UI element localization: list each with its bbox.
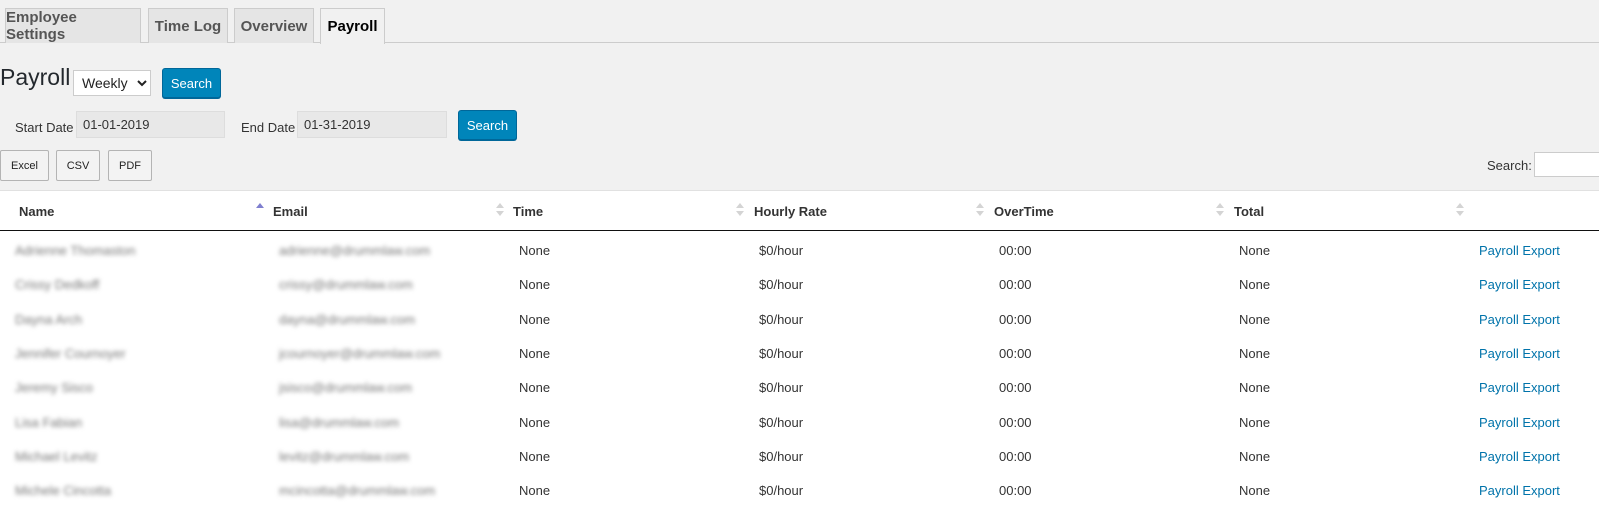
employee-email: jsisco@drummlaw.com (279, 380, 413, 396)
csv-export-button[interactable]: CSV (56, 150, 100, 181)
employee-name: Dayna Arch (15, 311, 83, 327)
total-value: None (1239, 448, 1271, 464)
time-value: None (519, 483, 551, 499)
hourly-rate-value: $0/hour (759, 448, 804, 464)
time-value: None (519, 345, 551, 361)
sort-icon[interactable] (1456, 203, 1464, 219)
column-header-hourly-rate[interactable]: Hourly Rate (754, 204, 827, 219)
payroll-export-link[interactable]: Payroll Export (1479, 243, 1560, 258)
overtime-value: 00:00 (999, 277, 1032, 293)
overtime-value: 00:00 (999, 448, 1032, 464)
table-header: Name Email Time Hourly Rate OverTime Tot… (0, 191, 1599, 231)
sort-asc-icon[interactable] (256, 203, 264, 219)
table-search-label: Search: (1487, 158, 1532, 173)
payroll-export-link[interactable]: Payroll Export (1479, 380, 1560, 395)
end-date-input[interactable] (297, 111, 447, 138)
table-row: Michael Levitz levitz@drummlaw.com None $0/… (0, 438, 1599, 472)
table-search-input[interactable] (1534, 152, 1599, 177)
end-date-label: End Date (241, 120, 296, 135)
excel-export-button[interactable]: Excel (0, 150, 49, 181)
employee-name: Adrienne Thomaston (15, 243, 136, 258)
hourly-rate-value: $0/hour (759, 414, 804, 430)
table-row: Dayna Arch dayna@drummlaw.com None $0/hour 0… (0, 301, 1599, 335)
time-value: None (519, 243, 551, 258)
table-row: Jennifer Cournoyer jcournoyer@drummlaw.co… (0, 335, 1599, 369)
total-value: None (1239, 483, 1271, 499)
table-row: Adrienne Thomaston adrienne@drummlaw.com N… (0, 232, 1599, 266)
total-value: None (1239, 380, 1271, 396)
payroll-export-link[interactable]: Payroll Export (1479, 483, 1560, 498)
total-value: None (1239, 311, 1271, 327)
tab-bar: Employee Settings Time Log Overview Payr… (0, 0, 1599, 44)
sort-icon[interactable] (496, 203, 504, 219)
employee-email: crissy@drummlaw.com (279, 277, 413, 293)
payroll-export-link[interactable]: Payroll Export (1479, 346, 1560, 361)
hourly-rate-value: $0/hour (759, 380, 804, 396)
employee-name: Jennifer Cournoyer (15, 345, 126, 361)
employee-email: jcournoyer@drummlaw.com (279, 345, 441, 361)
column-header-time[interactable]: Time (513, 204, 543, 219)
employee-name: Michele Cincotta (15, 483, 112, 499)
hourly-rate-value: $0/hour (759, 483, 804, 499)
table-row: Michele Cincotta mcincotta@drummlaw.com No… (0, 472, 1599, 506)
column-header-overtime[interactable]: OverTime (994, 204, 1054, 219)
start-date-input[interactable] (76, 111, 225, 138)
payroll-export-link[interactable]: Payroll Export (1479, 415, 1560, 430)
pdf-export-button[interactable]: PDF (108, 150, 152, 181)
time-value: None (519, 414, 551, 430)
total-value: None (1239, 277, 1271, 293)
sort-icon[interactable] (1216, 203, 1224, 219)
table-row: Lisa Fabian lisa@drummlaw.com None $0/hour 0… (0, 404, 1599, 438)
payroll-export-link[interactable]: Payroll Export (1479, 312, 1560, 327)
employee-name: Lisa Fabian (15, 414, 83, 430)
overtime-value: 00:00 (999, 483, 1032, 499)
total-value: None (1239, 243, 1271, 258)
column-header-name[interactable]: Name (19, 204, 54, 219)
time-value: None (519, 311, 551, 327)
employee-email: dayna@drummlaw.com (279, 311, 416, 327)
time-value: None (519, 448, 551, 464)
table-row: Crissy Dedkoff crissy@drummlaw.com None $0/… (0, 266, 1599, 300)
overtime-value: 00:00 (999, 380, 1032, 396)
total-value: None (1239, 345, 1271, 361)
column-header-total[interactable]: Total (1234, 204, 1264, 219)
employee-name: Jeremy Sisco (15, 380, 94, 396)
tab-employee-settings[interactable]: Employee Settings (5, 8, 141, 43)
payroll-table: Name Email Time Hourly Rate OverTime Tot… (0, 190, 1599, 514)
hourly-rate-value: $0/hour (759, 243, 804, 258)
employee-email: levitz@drummlaw.com (279, 448, 410, 464)
date-search-button[interactable]: Search (458, 110, 517, 140)
overtime-value: 00:00 (999, 243, 1032, 258)
tab-overview[interactable]: Overview (234, 8, 314, 43)
total-value: None (1239, 414, 1271, 430)
hourly-rate-value: $0/hour (759, 311, 804, 327)
period-search-button[interactable]: Search (162, 68, 221, 98)
start-date-label: Start Date (15, 120, 74, 135)
sort-icon[interactable] (736, 203, 744, 219)
hourly-rate-value: $0/hour (759, 345, 804, 361)
page-title: Payroll (0, 64, 71, 90)
tab-payroll[interactable]: Payroll (320, 8, 385, 44)
payroll-export-link[interactable]: Payroll Export (1479, 277, 1560, 292)
time-value: None (519, 277, 551, 293)
overtime-value: 00:00 (999, 311, 1032, 327)
tab-time-log[interactable]: Time Log (148, 8, 228, 43)
overtime-value: 00:00 (999, 345, 1032, 361)
column-header-email[interactable]: Email (273, 204, 308, 219)
overtime-value: 00:00 (999, 414, 1032, 430)
employee-name: Crissy Dedkoff (15, 277, 100, 293)
hourly-rate-value: $0/hour (759, 277, 804, 293)
sort-icon[interactable] (976, 203, 984, 219)
time-value: None (519, 380, 551, 396)
employee-email: mcincotta@drummlaw.com (279, 483, 436, 499)
payroll-export-link[interactable]: Payroll Export (1479, 449, 1560, 464)
employee-email: lisa@drummlaw.com (279, 414, 400, 430)
period-select[interactable]: Weekly (73, 70, 151, 96)
employee-name: Michael Levitz (15, 448, 98, 464)
table-row: Jeremy Sisco jsisco@drummlaw.com None $0/ho… (0, 369, 1599, 403)
employee-email: adrienne@drummlaw.com (279, 243, 431, 258)
